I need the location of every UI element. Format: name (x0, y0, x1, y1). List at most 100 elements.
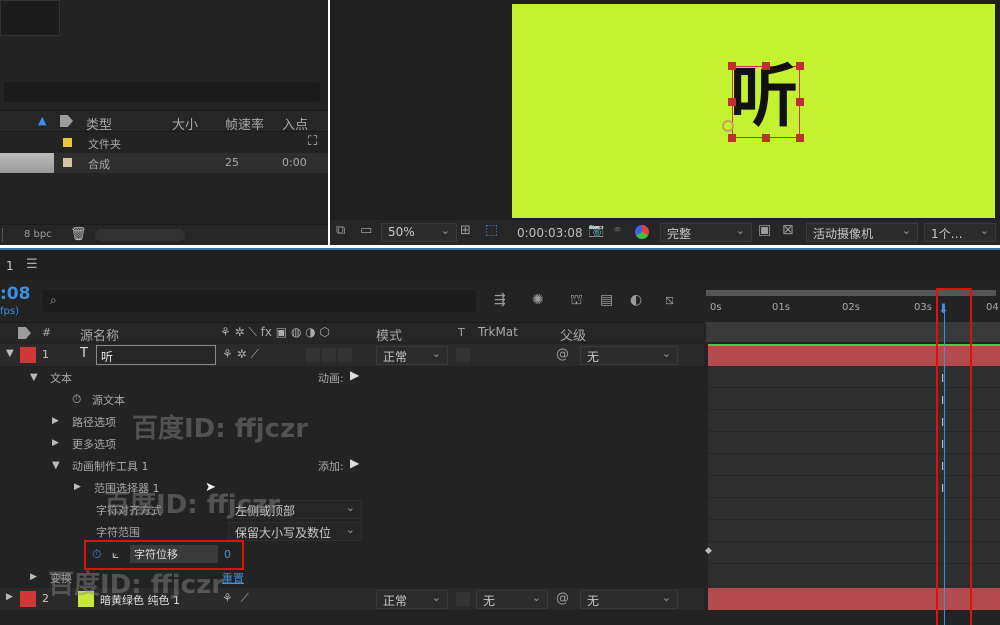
expand-arrow-icon[interactable]: ▶ (74, 482, 81, 492)
layer-label-color[interactable] (20, 591, 36, 607)
column-parent[interactable]: 父级 (560, 325, 586, 344)
mask-visibility-icon[interactable]: ⬚ (485, 222, 498, 238)
quality-dropdown[interactable]: 完整 ⌄ (660, 223, 752, 242)
search-icon: ⌕ (50, 293, 57, 307)
reset-link[interactable]: 重置 (222, 570, 244, 586)
anchor-point-icon[interactable] (722, 120, 734, 132)
chevron-down-icon: ⌄ (901, 224, 911, 237)
bpc-indicator[interactable]: 8 bpc (24, 229, 52, 240)
handle-br[interactable] (796, 134, 804, 142)
label-tag-icon[interactable] (60, 115, 73, 127)
expand-arrow-icon[interactable]: ▼ (52, 460, 60, 471)
blend-mode-dropdown[interactable]: 正常 ⌄ (376, 590, 448, 609)
animate-play-icon[interactable]: ▶ (350, 368, 359, 382)
column-mode[interactable]: 模式 (376, 325, 402, 344)
prop-animator[interactable]: 动画制作工具 1 (72, 458, 149, 474)
sort-asc-icon[interactable]: ▲ (38, 114, 46, 127)
handle-mr[interactable] (796, 98, 804, 106)
switch-boxes[interactable] (306, 348, 354, 362)
prop-text[interactable]: 文本 (50, 370, 72, 386)
char-offset-name[interactable]: 字符位移 (130, 545, 218, 563)
panel-menu-icon[interactable]: ☰ (26, 257, 38, 272)
layer-label-color[interactable] (20, 347, 36, 363)
parent-dropdown[interactable]: 无 ⌄ (580, 590, 678, 609)
motion-blur-icon[interactable]: ◐ (630, 292, 642, 308)
expand-arrow-icon[interactable]: ▶ (52, 438, 59, 448)
camera-snapshot-icon[interactable]: 📷 (588, 223, 604, 238)
column-type[interactable]: 类型 (86, 114, 112, 133)
column-source-name[interactable]: 源名称 (80, 325, 119, 344)
handle-ml[interactable] (728, 98, 736, 106)
keyframe-icon[interactable]: ◆ (705, 546, 712, 556)
add-play-icon[interactable]: ▶ (350, 456, 359, 470)
grid-icon[interactable]: ⊞ (460, 223, 471, 238)
project-row-folder[interactable]: 文件夹 ⛶ (0, 133, 328, 153)
handle-bl[interactable] (728, 134, 736, 142)
char-range-dropdown[interactable]: 保留大小写及数位 ⌄ (228, 522, 362, 541)
prop-more-options[interactable]: 更多选项 (72, 436, 116, 452)
color-channels-icon[interactable] (635, 225, 649, 239)
trkmat-box[interactable] (456, 348, 470, 362)
trash-icon[interactable]: 🗑 (70, 227, 87, 242)
graph-icon[interactable]: ⟀ (112, 547, 119, 562)
label-tag-icon[interactable] (18, 327, 31, 339)
column-t[interactable]: T (458, 326, 465, 339)
project-search-field[interactable] (4, 82, 320, 102)
trkmat-box[interactable] (456, 592, 470, 606)
transparency-grid-icon[interactable]: ⊠ (782, 222, 794, 238)
expand-arrow-icon[interactable]: ▼ (30, 372, 38, 383)
stopwatch-icon[interactable]: ⏱ (72, 392, 81, 407)
comp-mini-flowchart-icon[interactable]: ⇶ (494, 292, 506, 308)
pickwhip-icon[interactable]: @ (556, 591, 569, 606)
column-in-point[interactable]: 入点 (282, 114, 308, 133)
expand-arrow-icon[interactable]: ▼ (6, 348, 14, 359)
frame-blending-icon[interactable]: ▤ (600, 292, 613, 308)
fast-preview-icon[interactable]: ▣ (758, 222, 771, 238)
blend-mode-dropdown[interactable]: 正常 ⌄ (376, 346, 448, 365)
expand-arrow-icon[interactable]: ▶ (52, 416, 59, 426)
pickwhip-icon[interactable]: @ (556, 347, 569, 362)
column-fps[interactable]: 帧速率 (225, 114, 264, 133)
handle-tm[interactable] (762, 62, 770, 70)
comp-tab-label[interactable]: 1 (6, 259, 14, 273)
column-size[interactable]: 大小 (172, 114, 198, 133)
flowchart-icon[interactable]: ⛶ (308, 134, 317, 149)
layer-row-1[interactable]: ▼ 1 T 听 ⚘ ✲ ⟋ 正常 ⌄ @ 无 ⌄ (0, 344, 704, 366)
region-of-interest-icon[interactable]: ⧉ (336, 223, 345, 238)
char-offset-value[interactable]: 0 (224, 548, 231, 561)
layer-name-field[interactable]: 听 (96, 345, 216, 365)
stopwatch-icon[interactable]: ⏱ (92, 547, 101, 562)
current-time-display[interactable]: :08 (0, 284, 30, 304)
canvas-text-glyph: 听 (730, 58, 799, 137)
project-row-comp[interactable]: 合成 25 0:00 (0, 153, 328, 173)
add-menu[interactable]: 添加: (318, 458, 344, 474)
parent-dropdown[interactable]: 无 ⌄ (580, 346, 678, 365)
monitor-icon[interactable]: ▭ (360, 223, 372, 238)
expand-arrow-icon[interactable]: ▶ (6, 592, 13, 602)
row-type: 合成 (88, 158, 110, 171)
row-fps: 25 (225, 156, 239, 169)
camera-dropdown[interactable]: 活动摄像机 ⌄ (806, 223, 918, 242)
watermark: 百度ID: ffjczr (104, 490, 281, 520)
column-number[interactable]: # (42, 326, 51, 339)
layer-switches[interactable]: ⚘ ⟋ (222, 591, 249, 606)
trkmat-dropdown[interactable]: 无 ⌄ (476, 590, 548, 609)
column-trkmat[interactable]: TrkMat (478, 325, 518, 339)
show-snapshot-icon[interactable]: ⚭ (612, 223, 623, 238)
handle-tl[interactable] (728, 62, 736, 70)
layer-search-input[interactable]: ⌕ (42, 290, 476, 312)
handle-tr[interactable] (796, 62, 804, 70)
ruler-tick-1: 01s (772, 302, 790, 313)
current-time[interactable]: 0:00:03:08 (517, 226, 583, 240)
expand-arrow-icon[interactable]: ▶ (30, 572, 37, 582)
graph-editor-icon[interactable]: ⧅ (665, 292, 674, 308)
draft-3d-icon[interactable]: ✺ (532, 292, 544, 308)
handle-bm[interactable] (762, 134, 770, 142)
layer-switches[interactable]: ⚘ ✲ ⟋ (222, 347, 259, 362)
views-dropdown[interactable]: 1个… ⌄ (924, 223, 996, 242)
animate-menu[interactable]: 动画: (318, 370, 344, 386)
shy-layers-icon[interactable]: ⛫ (570, 292, 583, 310)
prop-path-options[interactable]: 路径选项 (72, 414, 116, 430)
project-scrollbar[interactable] (95, 229, 185, 241)
zoom-dropdown[interactable]: 50% ⌄ (381, 223, 457, 242)
